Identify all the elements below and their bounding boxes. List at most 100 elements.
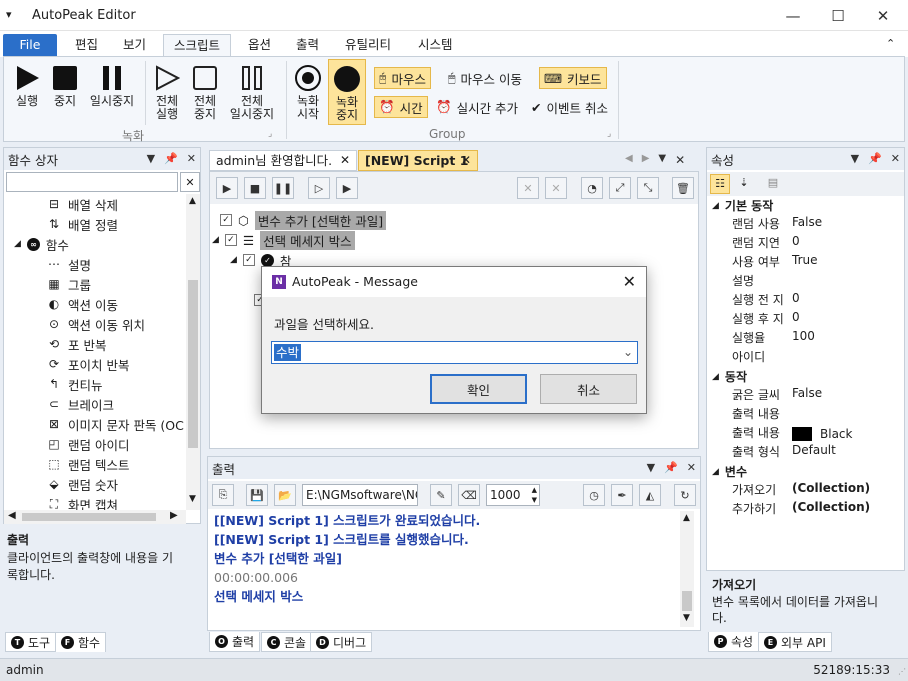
new-file-icon[interactable]: ⎘ [212,484,234,506]
property-value[interactable]: (Collection) [788,481,902,500]
property-row[interactable]: 추가하기 (Collection) [708,500,902,519]
step-over-icon[interactable]: ▶ [336,177,358,199]
list-item[interactable]: ⟲ 포 반복 [46,334,107,354]
tab-next-icon[interactable]: ▶ [642,153,650,167]
tab-welcome[interactable]: admin님 환영합니다. ✕ [209,150,357,171]
scrollbar-thumb[interactable] [188,280,198,448]
property-row[interactable]: 랜덤 사용 False [708,215,902,234]
property-value[interactable]: False [788,386,902,405]
collapse-icon[interactable]: ◢ [712,201,719,211]
maximize-button[interactable]: ☐ [815,0,861,31]
property-pages-icon[interactable]: ▤ [763,174,783,194]
close-icon[interactable]: ✕ [687,461,696,474]
disabled-x-icon[interactable]: ✕ [517,177,539,199]
tab-tools[interactable]: T 도구 [5,632,57,652]
property-value[interactable]: (Collection) [788,500,902,519]
tab-output[interactable]: 출력 [286,34,329,57]
cancel-button[interactable]: 취소 [540,374,637,404]
tab-functions[interactable]: F 함수 [55,632,107,652]
pin-icon[interactable]: 📌 [164,152,178,165]
category-variable[interactable]: ◢ 변수 [708,462,902,481]
pin-icon[interactable]: 📌 [664,461,678,474]
property-value[interactable] [788,405,902,424]
list-item[interactable]: ⊠ 이미지 문자 판독 (OC [46,414,184,434]
scroll-right-icon[interactable]: ▶ [170,510,178,521]
property-value[interactable]: False [788,215,902,234]
dropdown-icon[interactable]: ▼ [851,152,859,165]
tab-system[interactable]: 시스템 [408,34,463,57]
run-button[interactable]: 실행 [10,63,44,108]
property-row[interactable]: 출력 내용 Black [708,424,902,443]
mouse-move-button[interactable]: 🖱 마우스 이동 [444,67,526,89]
property-row[interactable]: 굵은 글씨 False [708,386,902,405]
keyboard-button[interactable]: ⌨ 키보드 [539,67,607,89]
eraser-icon[interactable]: ⌫ [458,484,480,506]
brush-icon[interactable]: ✎ [430,484,452,506]
list-item[interactable]: ⬙ 랜덤 숫자 [46,474,118,494]
property-value[interactable]: 0 [788,234,902,253]
scroll-down-icon[interactable]: ▼ [189,494,196,504]
vertical-scrollbar[interactable]: ▲ ▼ [680,511,694,627]
tab-script-1[interactable]: [NEW] Script 1 ✕ [358,150,478,171]
property-row[interactable]: 설명 [708,272,902,291]
collapse-icon[interactable]: ⤡ [637,177,659,199]
categorized-icon[interactable]: ☷ [710,174,730,194]
refresh-icon[interactable]: ◔ [581,177,603,199]
expand-icon[interactable]: ◢ [14,239,21,249]
dialog-launcher-icon[interactable]: ⌟ [607,129,611,139]
output-path-input[interactable]: E:\NGMsoftware\NG [302,484,418,506]
scroll-left-icon[interactable]: ◀ [8,510,16,521]
script-node[interactable]: ✓ ⬡ 변수 추가 [선택한 과일] [220,210,387,230]
stop-icon[interactable]: ■ [244,177,266,199]
property-value[interactable]: 0 [788,310,902,329]
tab-external-api[interactable]: E 외부 API [758,632,832,652]
run-all-button[interactable]: 전체 실행 [150,63,184,121]
property-row[interactable]: 사용 여부 True [708,253,902,272]
property-value[interactable] [788,272,902,291]
property-row[interactable]: 실행 후 지 0 [708,310,902,329]
fill-icon[interactable]: ◭ [639,484,661,506]
cancel-event-button[interactable]: ✔ 이벤트 취소 [527,96,612,118]
property-value[interactable]: 100 [788,329,902,348]
vertical-scrollbar[interactable]: ▲ ▼ [186,194,200,510]
step-icon[interactable]: ▷ [308,177,330,199]
tab-prev-icon[interactable]: ◀ [625,153,633,167]
function-search-input[interactable] [6,172,178,192]
fruit-select[interactable]: 수박 ⌄ [271,341,638,364]
close-button[interactable]: ✕ [860,0,906,31]
list-item[interactable]: ⇅ 배열 정렬 [46,214,118,234]
property-value[interactable]: True [788,253,902,272]
alphabetical-icon[interactable]: ⇣ [734,174,754,194]
list-item[interactable]: ▦ 그룹 [46,274,91,294]
property-row[interactable]: 출력 내용 [708,405,902,424]
category-action[interactable]: ◢ 동작 [708,367,902,386]
scroll-up-icon[interactable]: ▲ [683,513,690,523]
property-row[interactable]: 실행율 100 [708,329,902,348]
tab-edit[interactable]: 편집 [65,34,108,57]
property-row[interactable]: 가져오기 (Collection) [708,481,902,500]
tab-view[interactable]: 보기 [113,34,156,57]
close-icon[interactable]: ✕ [623,272,636,291]
spin-arrows-icon[interactable]: ▲ ▼ [532,485,537,505]
list-item[interactable]: ⊟ 배열 삭제 [46,194,118,214]
time-button[interactable]: ⏰ 시간 [374,96,428,118]
checkbox[interactable]: ✓ [224,234,237,246]
property-value[interactable] [788,348,902,367]
expand-icon[interactable]: ◢ [212,235,219,245]
checkbox[interactable]: ✓ [242,254,255,266]
record-stop-button[interactable]: 녹화 중지 [328,59,366,125]
close-icon[interactable]: ✕ [340,151,350,170]
line-limit-stepper[interactable]: 1000 ▲ ▼ [486,484,540,506]
horizontal-scrollbar[interactable]: ◀ ▶ [4,510,186,524]
list-item[interactable]: ⟳ 포이치 반복 [46,354,130,374]
scrollbar-thumb[interactable] [682,591,692,611]
tab-output-panel[interactable]: O 출력 [209,632,261,652]
chevron-down-icon[interactable]: ⌄ [623,345,633,359]
close-icon[interactable]: ✕ [675,153,685,167]
mouse-button[interactable]: 🖰 마우스 [374,67,432,89]
property-value[interactable]: 0 [788,291,902,310]
list-item[interactable]: ⋯ 설명 [46,254,91,274]
clock-icon[interactable]: ◷ [583,484,605,506]
list-item[interactable]: ⛶ 화면 캡쳐 [46,494,118,511]
pen-icon[interactable]: ✒ [611,484,633,506]
